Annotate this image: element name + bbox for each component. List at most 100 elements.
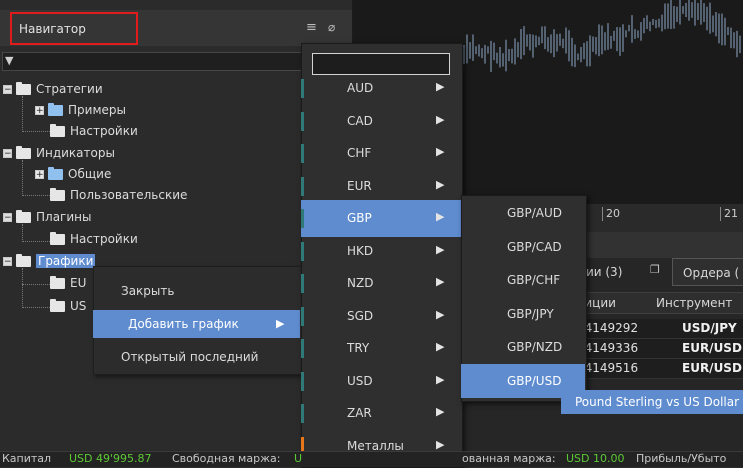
submenu-arrow-icon: ▶ xyxy=(436,405,445,418)
tree-guide xyxy=(22,195,52,196)
currency-item[interactable]: EUR ▶ xyxy=(301,168,461,205)
tree-guide xyxy=(22,160,23,196)
currency-item[interactable]: CHF ▶ xyxy=(301,135,461,172)
time-axis-label: 20 xyxy=(602,207,620,221)
used-margin-value: USD 10.00 xyxy=(566,452,625,465)
currency-accent-bar xyxy=(301,176,304,196)
collapse-icon[interactable]: − xyxy=(3,149,12,159)
gbp-pair-label: GBP/CAD xyxy=(507,239,562,254)
submenu-arrow-icon: ▶ xyxy=(436,112,445,126)
position-instrument: USD/JPY xyxy=(682,321,737,335)
instrument-tooltip: Pound Sterling vs US Dollar xyxy=(561,390,743,414)
currency-item[interactable]: NZD ▶ xyxy=(301,265,461,302)
tree-item-chart-eu[interactable]: EU xyxy=(50,274,86,292)
expand-icon[interactable]: + xyxy=(35,170,44,180)
tree-item-chart-us[interactable]: US xyxy=(50,297,86,315)
currency-accent-bar xyxy=(301,306,304,326)
column-instrument-header[interactable]: Инструмент xyxy=(656,296,732,310)
gbp-pair-label: GBP/JPY xyxy=(507,306,554,321)
submenu-arrow-icon: ▶ xyxy=(436,437,445,451)
gbp-pair-item[interactable]: GBP/CHF xyxy=(461,263,585,297)
gbp-pair-label: GBP/USD xyxy=(507,373,562,388)
submenu-arrow-icon: ▶ xyxy=(436,242,445,256)
menu-item-close[interactable]: Закрыть xyxy=(121,284,174,298)
tree-item-examples[interactable]: + Примеры xyxy=(35,101,126,119)
folder-icon xyxy=(50,188,65,201)
gbp-pair-item[interactable]: GBP/NZD xyxy=(461,330,585,364)
currency-accent-bar xyxy=(301,404,304,423)
collapse-icon[interactable]: − xyxy=(3,213,12,223)
tab-orders-label: Ордера ( xyxy=(683,266,740,280)
submenu-arrow-icon: ▶ xyxy=(436,275,445,288)
free-margin-label: Свободная маржа: xyxy=(172,452,281,465)
tree-item-label: Графики xyxy=(36,254,96,268)
currency-item[interactable]: ZAR ▶ xyxy=(301,395,461,432)
currency-accent-bar xyxy=(301,79,304,98)
currency-accent-bar xyxy=(301,209,304,228)
currency-item-label: TRY xyxy=(347,341,370,355)
gbp-pair-label: GBP/CHF xyxy=(507,273,561,287)
submenu-arrow-icon: ▶ xyxy=(436,307,445,321)
tree-item-label: Настройки xyxy=(70,124,138,138)
tree-item-strategies[interactable]: − Стратегии xyxy=(3,80,103,98)
collapse-icon[interactable]: − xyxy=(3,85,12,95)
submenu-arrow-icon: ▶ xyxy=(436,80,445,93)
gbp-pair-item[interactable]: GBP/AUD xyxy=(461,196,585,230)
tab-orders[interactable]: Ордера ( xyxy=(672,258,743,286)
currency-item-label: CHF xyxy=(347,146,372,160)
tree-item-label: EU xyxy=(70,276,87,290)
currency-item[interactable]: TRY ▶ xyxy=(301,330,461,367)
folder-icon xyxy=(16,254,31,267)
currency-accent-bar xyxy=(301,371,304,391)
used-margin-label: ованная маржа: xyxy=(462,452,556,465)
tree-item-general[interactable]: + Общие xyxy=(35,165,111,183)
tree-item-label: Плагины xyxy=(36,210,92,224)
folder-icon xyxy=(16,146,31,159)
currency-item[interactable]: CAD ▶ xyxy=(301,103,461,140)
position-instrument: EUR/USD xyxy=(682,361,742,375)
folder-icon xyxy=(50,299,65,312)
gbp-pair-item[interactable]: GBP/CAD xyxy=(461,230,585,264)
folder-icon xyxy=(16,82,31,95)
tree-item-charts[interactable]: − Графики xyxy=(3,252,96,270)
filter-input[interactable] xyxy=(2,52,344,71)
time-axis-label: 21 xyxy=(720,207,738,221)
tree-guide xyxy=(22,224,23,242)
hide-icon[interactable]: ⌀ xyxy=(328,20,335,34)
tree-item-label: Стратегии xyxy=(36,82,103,96)
currency-item[interactable]: GBP ▶ xyxy=(301,200,461,237)
tree-item-label: Настройки xyxy=(70,232,138,246)
external-window-icon[interactable]: ❐ xyxy=(650,263,660,276)
collapse-icon[interactable]: − xyxy=(3,257,12,267)
capital-label: Капитал xyxy=(2,452,52,465)
currency-item-label: SGD xyxy=(347,308,374,323)
submenu-arrow-icon: ▶ xyxy=(436,340,445,353)
profit-loss-label: Прибыль/Убыто xyxy=(636,452,727,465)
menu-icon[interactable]: ≡ xyxy=(306,20,317,35)
submenu-arrow-icon: ▶ xyxy=(436,177,445,191)
navigator-title[interactable]: Навигатор xyxy=(19,22,86,36)
currency-item-label: USD xyxy=(347,373,373,388)
capital-value: USD 49'995.87 xyxy=(69,452,152,465)
tree-item-plugin-settings[interactable]: Настройки xyxy=(50,230,138,248)
tree-item-plugins[interactable]: − Плагины xyxy=(3,208,91,226)
expand-icon[interactable]: + xyxy=(35,106,44,116)
status-bar: Капитал USD 49'995.87 Свободная маржа: U… xyxy=(0,451,743,467)
tree-guide xyxy=(22,284,52,285)
currency-item[interactable]: HKD ▶ xyxy=(301,233,461,270)
free-margin-value: U xyxy=(294,452,303,465)
currency-item[interactable]: SGD ▶ xyxy=(301,298,461,335)
tree-item-indicators[interactable]: − Индикаторы xyxy=(3,144,115,162)
currency-item[interactable]: USD ▶ xyxy=(301,363,461,400)
folder-icon xyxy=(50,124,65,137)
filter-icon[interactable]: ▼ xyxy=(5,54,13,67)
submenu-arrow-icon: ▶ xyxy=(276,317,285,330)
tree-guide xyxy=(22,307,52,308)
tree-item-custom[interactable]: Пользовательские xyxy=(50,186,187,204)
folder-icon xyxy=(50,232,65,245)
menu-item-open-last[interactable]: Открытый последний xyxy=(121,350,258,364)
tree-item-settings[interactable]: Настройки xyxy=(50,122,138,140)
currency-accent-bar xyxy=(301,339,304,358)
gbp-pair-item[interactable]: GBP/JPY xyxy=(461,297,585,331)
currency-item[interactable]: AUD ▶ xyxy=(301,70,461,107)
